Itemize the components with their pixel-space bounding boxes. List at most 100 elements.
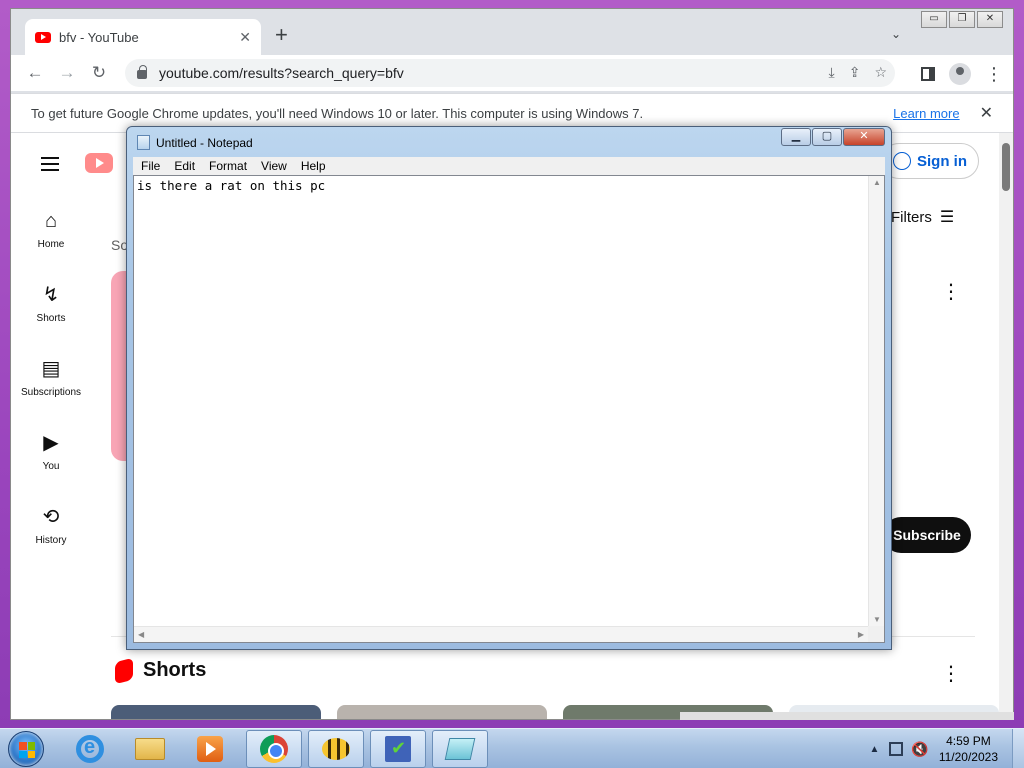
- notepad-icon: [444, 738, 476, 760]
- internet-explorer-icon: [76, 735, 104, 763]
- scrollbar-thumb[interactable]: [1002, 143, 1010, 191]
- media-player-icon: [197, 736, 223, 762]
- bookmark-star-icon[interactable]: ☆: [874, 64, 887, 81]
- notepad-minimize-button[interactable]: ▁: [781, 128, 811, 146]
- shorts-thumbnail[interactable]: [337, 705, 547, 719]
- sidebar-item-home[interactable]: ⌂ Home: [11, 209, 91, 250]
- notepad-content[interactable]: is there a rat on this pc: [137, 178, 325, 193]
- address-bar[interactable]: youtube.com/results?search_query=bfv ⤓ ⇪…: [125, 59, 895, 87]
- show-hidden-icons-icon[interactable]: ▲: [869, 744, 879, 755]
- system-tray: ▲ 🔇 4:59 PM 11/20/2023: [869, 729, 1024, 768]
- account-icon: [893, 152, 911, 170]
- filter-sliders-icon: ☰: [939, 209, 955, 226]
- network-icon[interactable]: [889, 742, 904, 756]
- reload-icon[interactable]: ↻: [83, 63, 115, 83]
- home-icon: ⌂: [44, 210, 58, 232]
- tab-search-icon[interactable]: ⌄: [891, 27, 901, 41]
- clock[interactable]: 4:59 PM 11/20/2023: [939, 733, 998, 765]
- tab-strip: bfv - YouTube ✕ + ⌄ ▭ ❐ ✕: [11, 9, 1013, 55]
- install-app-icon[interactable]: ⤓: [829, 64, 835, 81]
- shorts-shelf-header: Shorts: [115, 657, 207, 684]
- share-icon[interactable]: ⇪: [849, 64, 861, 81]
- sidebar-item-label: History: [35, 535, 67, 546]
- sign-in-button[interactable]: Sign in: [881, 143, 979, 179]
- menu-edit[interactable]: Edit: [174, 159, 195, 173]
- notepad-menubar: File Edit Format View Help: [133, 157, 885, 175]
- taskbar-google-chrome[interactable]: [246, 730, 302, 768]
- checkmark-document-icon: [385, 736, 411, 762]
- shorts-more-icon[interactable]: ⋮: [941, 661, 961, 686]
- notepad-window: Untitled - Notepad ▁ ▢ ✕ File Edit Forma…: [126, 126, 892, 650]
- url-text[interactable]: youtube.com/results?search_query=bfv: [159, 65, 404, 81]
- scroll-down-arrow-icon[interactable]: ▼: [873, 615, 881, 624]
- shorts-thumbnail[interactable]: [111, 705, 321, 719]
- forward-icon[interactable]: →: [51, 63, 83, 83]
- show-desktop-button[interactable]: [1012, 729, 1024, 768]
- subscribe-button[interactable]: Subscribe: [883, 517, 971, 553]
- minimize-button[interactable]: ▭: [921, 11, 947, 28]
- tab-youtube[interactable]: bfv - YouTube ✕: [25, 19, 261, 55]
- notepad-maximize-button[interactable]: ▢: [812, 128, 842, 146]
- sidebar-item-label: Shorts: [36, 313, 66, 324]
- sidebar-item-label: Subscriptions: [20, 387, 82, 398]
- notepad-vertical-scrollbar[interactable]: ▲ ▼: [868, 176, 884, 626]
- side-panel-icon[interactable]: [921, 67, 935, 81]
- start-button[interactable]: [8, 731, 44, 767]
- sidebar-item-subscriptions[interactable]: ▤ Subscriptions: [11, 357, 91, 398]
- clock-date: 11/20/2023: [938, 750, 998, 764]
- notepad-app-icon[interactable]: [137, 135, 150, 150]
- close-window-button[interactable]: ✕: [977, 11, 1003, 28]
- profile-avatar-icon[interactable]: [949, 63, 971, 85]
- sidebar-item-shorts[interactable]: ↯ Shorts: [11, 283, 91, 324]
- notepad-titlebar[interactable]: Untitled - Notepad: [137, 135, 253, 150]
- taskbar-notepad[interactable]: [432, 730, 488, 768]
- tab-close-icon[interactable]: ✕: [239, 29, 251, 46]
- history-icon: ⟲: [42, 506, 60, 528]
- subscriptions-icon: ▤: [41, 358, 61, 380]
- learn-more-link[interactable]: Learn more: [893, 106, 959, 121]
- volume-muted-icon[interactable]: 🔇: [911, 741, 928, 758]
- notepad-title: Untitled - Notepad: [156, 135, 253, 150]
- scroll-right-arrow-icon[interactable]: ▶: [858, 630, 864, 639]
- shorts-icon: ↯: [42, 284, 60, 306]
- menu-format[interactable]: Format: [209, 159, 247, 173]
- page-scrollbar[interactable]: [999, 133, 1013, 719]
- browser-toolbar: ← → ↻ youtube.com/results?search_query=b…: [11, 55, 1013, 91]
- youtube-logo-icon[interactable]: [85, 153, 113, 173]
- taskbar-bee-app[interactable]: [308, 730, 364, 768]
- sidebar-item-label: Home: [37, 239, 65, 250]
- omnibox-actions: ⤓ ⇪ ☆: [829, 64, 888, 81]
- sidebar-item-you[interactable]: ▶ You: [11, 431, 91, 472]
- taskbar-media-player[interactable]: [182, 730, 238, 768]
- scroll-up-arrow-icon[interactable]: ▲: [873, 178, 881, 187]
- hamburger-menu-icon[interactable]: [41, 157, 59, 175]
- infobar-message: To get future Google Chrome updates, you…: [31, 105, 644, 121]
- taskbar-checker-app[interactable]: [370, 730, 426, 768]
- chrome-menu-icon[interactable]: ⋮: [985, 64, 1003, 85]
- windows-logo-icon: [19, 742, 35, 758]
- menu-view[interactable]: View: [261, 159, 287, 173]
- new-tab-button[interactable]: +: [275, 23, 288, 47]
- taskbar-windows-explorer[interactable]: [122, 730, 178, 768]
- filters-button[interactable]: Filters ☰: [891, 207, 954, 227]
- sidebar-item-history[interactable]: ⟲ History: [11, 505, 91, 546]
- restore-button[interactable]: ❐: [949, 11, 975, 28]
- toolbar-right: ⋮: [921, 63, 1003, 85]
- notepad-close-button[interactable]: ✕: [843, 128, 885, 146]
- scroll-left-arrow-icon[interactable]: ◀: [138, 630, 144, 639]
- youtube-favicon-icon: [35, 31, 51, 43]
- tab-title: bfv - YouTube: [59, 29, 139, 45]
- resize-grip[interactable]: [868, 626, 884, 642]
- horizontal-scrollbar[interactable]: [680, 712, 1014, 720]
- notepad-horizontal-scrollbar[interactable]: ◀ ▶: [134, 626, 868, 642]
- taskbar-internet-explorer[interactable]: [62, 730, 118, 768]
- shorts-shelf-title: Shorts: [143, 659, 207, 681]
- more-actions-icon[interactable]: ⋮: [941, 279, 961, 304]
- notepad-text-area[interactable]: is there a rat on this pc ▲ ▼ ◀ ▶: [133, 175, 885, 643]
- menu-file[interactable]: File: [141, 159, 160, 173]
- filters-label: Filters: [891, 208, 932, 226]
- back-icon[interactable]: ←: [19, 63, 51, 83]
- infobar-close-icon[interactable]: ✕: [980, 103, 993, 123]
- menu-help[interactable]: Help: [301, 159, 326, 173]
- lock-icon[interactable]: [137, 65, 147, 79]
